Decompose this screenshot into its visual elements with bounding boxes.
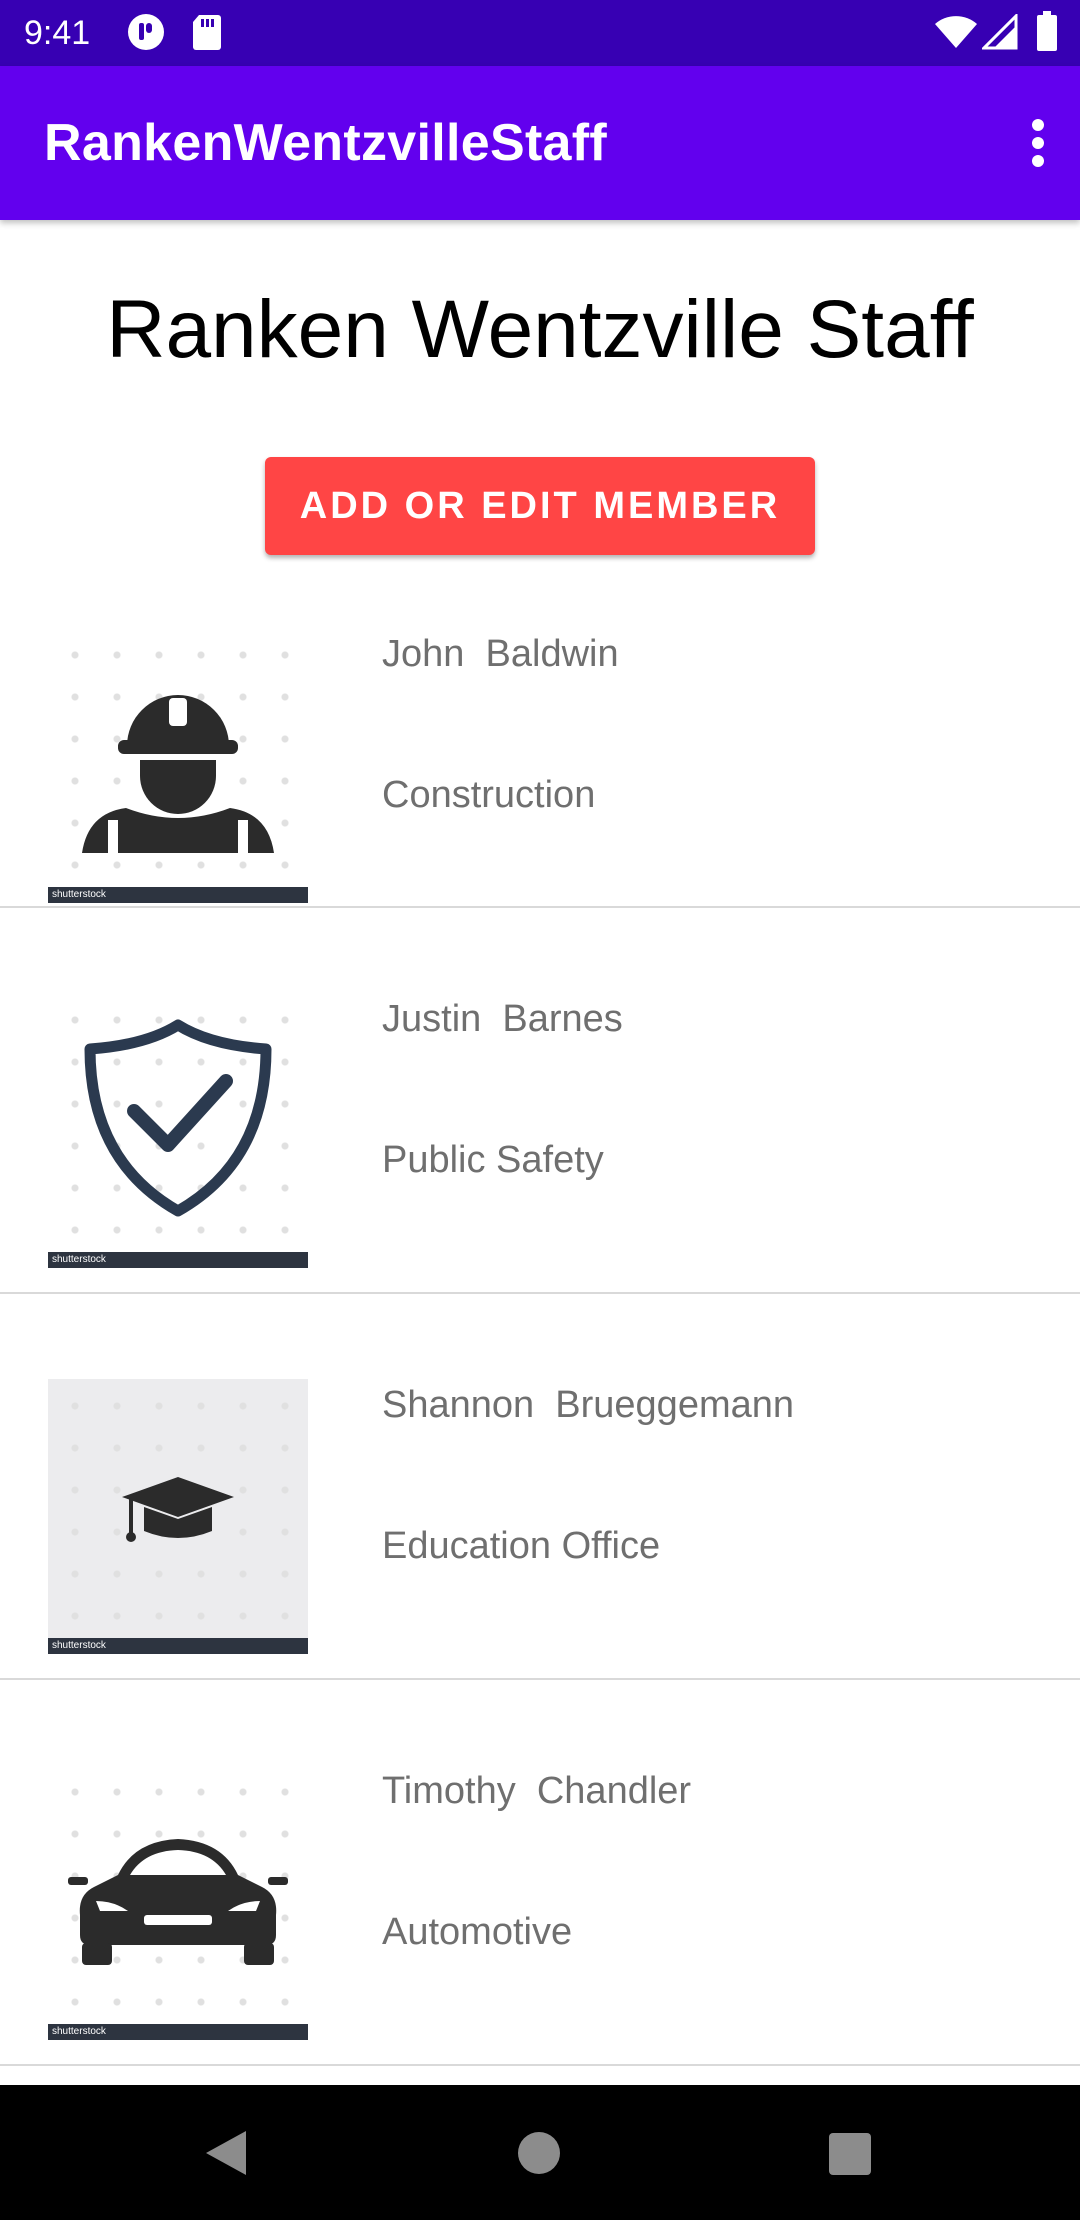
last-name: Chandler bbox=[536, 1770, 692, 1812]
first-name: John bbox=[382, 633, 465, 675]
sd-card-icon bbox=[190, 12, 224, 57]
car-icon bbox=[68, 1839, 288, 1965]
recents-icon[interactable] bbox=[782, 2085, 917, 2220]
battery-icon bbox=[1036, 10, 1058, 57]
watermark-bar: shutterstock bbox=[48, 887, 308, 903]
staff-photo: shutterstock bbox=[48, 1765, 308, 2040]
list-item[interactable]: shutterstock Shannon Brueggemann Educati… bbox=[0, 1294, 1080, 1680]
watermark-bar: shutterstock bbox=[48, 1638, 308, 1654]
staff-department: Automotive bbox=[382, 1911, 573, 1953]
last-name: Brueggemann bbox=[555, 1384, 795, 1426]
page-title: Ranken Wentzville Staff bbox=[106, 284, 974, 375]
staff-department: Public Safety bbox=[382, 1139, 604, 1181]
watermark-text: shutterstock bbox=[52, 889, 106, 900]
staff-name: Justin Barnes bbox=[382, 996, 623, 1042]
watermark-text: shutterstock bbox=[52, 1254, 106, 1265]
first-name: Timothy bbox=[382, 1770, 516, 1812]
wifi-icon bbox=[934, 14, 978, 55]
last-name: Baldwin bbox=[485, 633, 619, 675]
staff-department: Construction bbox=[382, 774, 596, 816]
watermark-text: shutterstock bbox=[52, 1640, 106, 1651]
main-content: Ranken Wentzville Staff ADD OR EDIT MEMB… bbox=[0, 220, 1080, 2085]
staff-name: Shannon Brueggemann bbox=[382, 1382, 794, 1428]
list-item[interactable]: shutterstock John Baldwin Construction bbox=[0, 605, 1080, 908]
first-name: Shannon bbox=[382, 1384, 535, 1426]
last-name: Barnes bbox=[502, 998, 623, 1040]
staff-name: John Baldwin bbox=[382, 631, 619, 677]
list-item[interactable]: shutterstock Justin Barnes Public Safety bbox=[0, 908, 1080, 1294]
watermark-text: shutterstock bbox=[52, 2026, 106, 2037]
staff-photo: shutterstock bbox=[48, 628, 308, 903]
app-bar: RankenWentzvilleStaff bbox=[0, 66, 1080, 220]
first-name: Justin bbox=[382, 998, 482, 1040]
graduation-cap-icon bbox=[122, 1477, 234, 1542]
add-or-edit-member-button[interactable]: ADD OR EDIT MEMBER bbox=[265, 457, 815, 555]
staff-photo: shutterstock bbox=[48, 993, 308, 1268]
cellular-signal-icon bbox=[980, 12, 1018, 55]
overflow-menu-icon[interactable] bbox=[1008, 101, 1068, 185]
notification-app-icon bbox=[126, 12, 166, 57]
home-icon[interactable] bbox=[472, 2085, 607, 2220]
shield-check-icon bbox=[84, 1019, 272, 1217]
staff-list: shutterstock John Baldwin Construction s… bbox=[0, 605, 1080, 2066]
back-icon[interactable] bbox=[158, 2085, 293, 2220]
status-time: 9:41 bbox=[24, 14, 91, 52]
watermark-bar: shutterstock bbox=[48, 1252, 308, 1268]
watermark-bar: shutterstock bbox=[48, 2024, 308, 2040]
staff-photo: shutterstock bbox=[48, 1379, 308, 1654]
list-item[interactable]: shutterstock Timothy Chandler Automotive bbox=[0, 1680, 1080, 2066]
app-title: RankenWentzvilleStaff bbox=[44, 114, 608, 172]
navigation-bar bbox=[0, 2085, 1080, 2220]
status-bar: 9:41 bbox=[0, 0, 1080, 66]
staff-name: Timothy Chandler bbox=[382, 1768, 691, 1814]
construction-worker-icon bbox=[82, 695, 274, 856]
staff-department: Education Office bbox=[382, 1525, 661, 1567]
